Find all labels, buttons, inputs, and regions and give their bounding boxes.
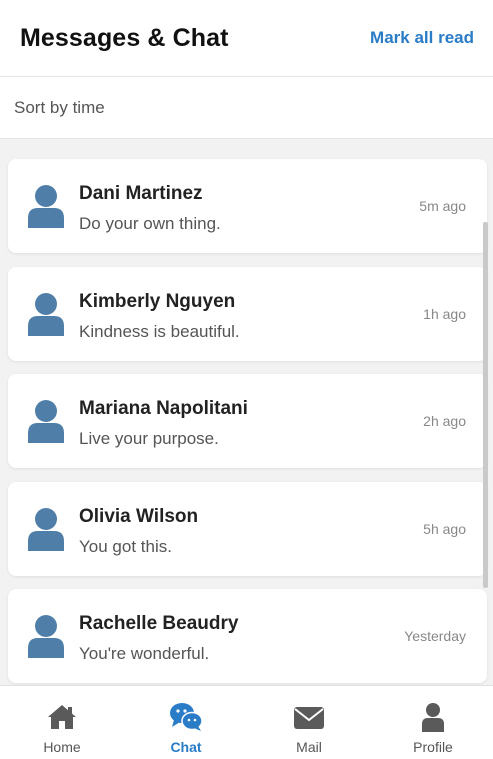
home-icon (48, 705, 76, 729)
tab-profile[interactable]: Profile (371, 686, 493, 759)
conversation-list: Dani Martinez Do your own thing. 5m ago … (0, 139, 493, 685)
list-scrollbar[interactable] (483, 222, 488, 588)
conversation-item[interactable]: Dani Martinez Do your own thing. 5m ago (8, 159, 487, 253)
mail-icon (294, 707, 324, 729)
message-time: 5h ago (423, 521, 466, 537)
tab-home[interactable]: Home (0, 686, 124, 759)
tab-label: Home (43, 739, 81, 755)
contact-name: Rachelle Beaudry (79, 613, 239, 634)
avatar-icon (28, 615, 64, 658)
avatar-icon (28, 185, 64, 228)
message-time: 2h ago (423, 413, 466, 429)
tab-chat[interactable]: Chat (124, 686, 248, 759)
chat-icon (170, 703, 203, 731)
conversation-item[interactable]: Kimberly Nguyen Kindness is beautiful. 1… (8, 267, 487, 361)
bottom-tab-bar: Home Chat Mail Profile (0, 685, 493, 759)
app: Messages & Chat Mark all read Sort by ti… (0, 0, 493, 759)
avatar-icon (28, 508, 64, 551)
contact-name: Mariana Napolitani (79, 398, 248, 419)
message-preview: You're wonderful. (79, 644, 210, 663)
page-title: Messages & Chat (20, 23, 229, 52)
message-preview: Kindness is beautiful. (79, 322, 240, 341)
sort-bar[interactable]: Sort by time (0, 77, 493, 139)
avatar-icon (28, 293, 64, 336)
profile-icon (422, 703, 444, 732)
avatar-icon (28, 400, 64, 443)
tab-label: Chat (170, 739, 202, 755)
sort-label[interactable]: Sort by time (14, 98, 105, 118)
message-time: 1h ago (423, 306, 466, 322)
message-preview: Live your purpose. (79, 429, 219, 448)
header: Messages & Chat Mark all read (0, 0, 493, 77)
contact-name: Dani Martinez (79, 183, 203, 204)
tab-mail[interactable]: Mail (247, 686, 371, 759)
message-time: Yesterday (404, 628, 466, 644)
mark-all-read-button[interactable]: Mark all read (370, 28, 474, 48)
tab-label: Mail (296, 739, 322, 755)
message-time: 5m ago (419, 198, 466, 214)
contact-name: Kimberly Nguyen (79, 291, 236, 312)
contact-name: Olivia Wilson (79, 506, 199, 527)
message-preview: Do your own thing. (79, 214, 221, 233)
message-preview: You got this. (79, 537, 172, 556)
conversation-item[interactable]: Mariana Napolitani Live your purpose. 2h… (8, 374, 487, 468)
tab-label: Profile (413, 739, 453, 755)
conversation-item[interactable]: Olivia Wilson You got this. 5h ago (8, 482, 487, 576)
conversation-item[interactable]: Rachelle Beaudry You're wonderful. Yeste… (8, 589, 487, 683)
